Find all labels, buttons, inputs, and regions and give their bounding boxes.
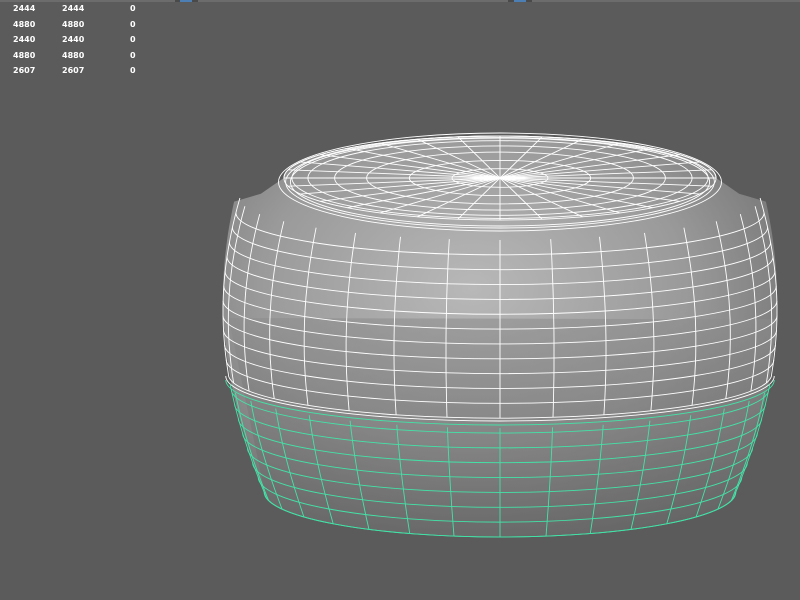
mesh-object[interactable] — [0, 0, 800, 600]
3d-viewport[interactable]: 2444 2444 0 4880 4880 0 2440 2440 0 4880… — [0, 0, 800, 600]
